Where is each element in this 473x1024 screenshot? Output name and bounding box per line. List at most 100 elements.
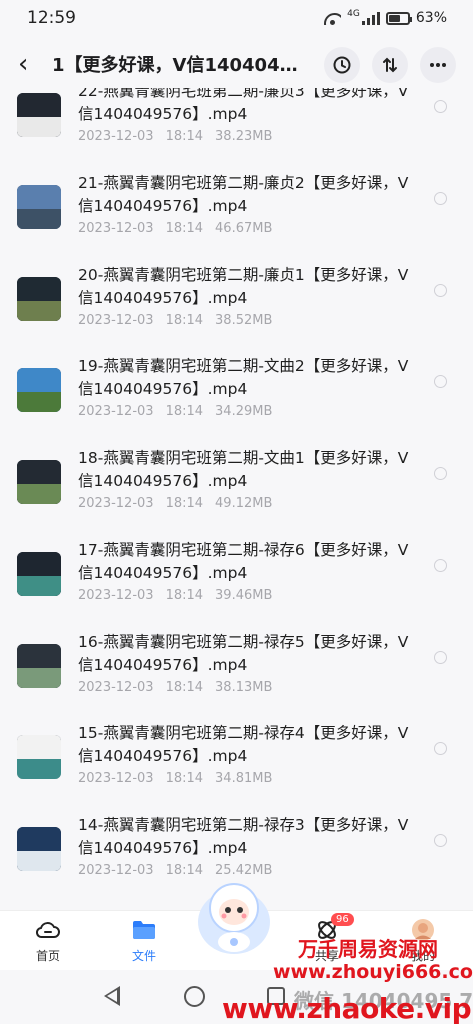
folder-title: 1【更多好课，V信1404049... [52,55,302,76]
history-icon [333,56,351,74]
video-thumbnail [17,552,61,596]
select-radio[interactable] [434,742,447,755]
file-meta: 2023-12-03 18:14 38.52MB [78,313,284,328]
sort-icon [383,57,397,73]
select-radio[interactable] [434,834,447,847]
file-date: 2023-12-03 [78,863,154,878]
video-thumbnail [17,460,61,504]
history-button[interactable] [324,47,360,83]
file-meta: 2023-12-03 18:14 39.46MB [78,588,284,603]
file-date: 2023-12-03 [78,588,154,603]
select-radio[interactable] [434,375,447,388]
file-size: 34.29MB [215,404,273,419]
tab-files[interactable]: 文件 [114,917,174,964]
select-radio[interactable] [434,284,447,297]
file-size: 38.13MB [215,680,273,695]
file-meta: 2023-12-03 18:14 38.23MB [78,129,284,144]
home-nav-icon[interactable] [184,986,205,1007]
video-thumbnail [17,735,61,779]
video-thumbnail [17,185,61,229]
network-type: 4G [347,9,360,19]
sort-button[interactable] [372,47,408,83]
file-time: 18:14 [165,496,204,511]
battery-fill [388,14,401,22]
signal-icon [361,11,380,25]
file-name: 18-燕翼青囊阴宅班第二期-文曲1【更多好课，V信1404049576】.mp4 [78,449,409,490]
status-time: 12:59 [27,8,76,28]
file-name: 20-燕翼青囊阴宅班第二期-廉贞1【更多好课，V信1404049576】.mp4 [78,266,409,307]
wifi-icon [324,12,342,25]
file-time: 18:14 [165,680,204,695]
more-icon [430,63,446,67]
file-size: 38.23MB [215,129,273,144]
file-name: 16-燕翼青囊阴宅班第二期-禄存5【更多好课，V信1404049576】.mp4 [78,633,409,674]
file-date: 2023-12-03 [78,496,154,511]
tab-home[interactable]: 首页 [18,917,78,964]
select-radio[interactable] [434,559,447,572]
file-row[interactable]: 21-燕翼青囊阴宅班第二期-廉贞2【更多好课，V信1404049576】.mp4… [0,164,473,256]
file-size: 34.81MB [215,771,273,786]
watermark-url: www.zhouyi666.com [273,961,473,983]
video-thumbnail [17,368,61,412]
folder-icon [133,921,155,939]
select-radio[interactable] [434,651,447,664]
file-name: 19-燕翼青囊阴宅班第二期-文曲2【更多好课，V信1404049576】.mp4 [78,357,409,398]
file-size: 39.46MB [215,588,273,603]
tab-label: 首页 [35,949,60,963]
file-size: 46.67MB [215,221,273,236]
file-list: 22-燕翼青囊阴宅班第二期-廉贞3【更多好课，V信1404049576】.mp4… [0,88,473,910]
watermark-text: 万千周易资源网 [298,937,438,961]
file-meta: 2023-12-03 18:14 34.29MB [78,404,284,419]
file-row[interactable]: 16-燕翼青囊阴宅班第二期-禄存5【更多好课，V信1404049576】.mp4… [0,623,473,715]
file-row[interactable]: 22-燕翼青囊阴宅班第二期-廉贞3【更多好课，V信1404049576】.mp4… [0,88,473,164]
file-row[interactable]: 20-燕翼青囊阴宅班第二期-廉贞1【更多好课，V信1404049576】.mp4… [0,256,473,348]
file-date: 2023-12-03 [78,771,154,786]
file-date: 2023-12-03 [78,404,154,419]
mascot-icon[interactable] [194,872,274,956]
video-thumbnail [17,93,61,137]
file-meta: 2023-12-03 18:14 38.13MB [78,680,284,695]
file-time: 18:14 [165,771,204,786]
file-meta: 2023-12-03 18:14 46.67MB [78,221,284,236]
file-time: 18:14 [165,129,204,144]
file-row[interactable]: 15-燕翼青囊阴宅班第二期-禄存4【更多好课，V信1404049576】.mp4… [0,714,473,806]
file-time: 18:14 [165,221,204,236]
video-thumbnail [17,827,61,871]
file-name: 14-燕翼青囊阴宅班第二期-禄存3【更多好课，V信1404049576】.mp4 [78,816,409,857]
file-date: 2023-12-03 [78,680,154,695]
status-bar: 12:59 4G 63% [0,0,473,36]
back-nav-icon[interactable] [104,986,120,1006]
file-size: 38.52MB [215,313,273,328]
file-time: 18:14 [165,404,204,419]
video-thumbnail [17,277,61,321]
cloud-icon [35,922,60,938]
back-icon[interactable]: ‹ [18,49,44,79]
top-bar: ‹ 1【更多好课，V信1404049... [0,40,473,88]
tab-label: 文件 [131,949,156,963]
notification-badge: 96 [331,913,354,926]
more-button[interactable] [420,47,456,83]
file-size: 49.12MB [215,496,273,511]
battery-icon [385,11,412,25]
file-name: 22-燕翼青囊阴宅班第二期-廉贞3【更多好课，V信1404049576】.mp4 [78,88,409,123]
file-row[interactable]: 17-燕翼青囊阴宅班第二期-禄存6【更多好课，V信1404049576】.mp4… [0,531,473,623]
file-name: 17-燕翼青囊阴宅班第二期-禄存6【更多好课，V信1404049576】.mp4 [78,541,409,582]
select-radio[interactable] [434,467,447,480]
file-meta: 2023-12-03 18:14 49.12MB [78,496,284,511]
file-date: 2023-12-03 [78,313,154,328]
status-icons: 4G 63% [324,9,447,26]
file-time: 18:14 [165,313,204,328]
file-meta: 2023-12-03 18:14 34.81MB [78,771,284,786]
battery-percent: 63% [415,10,447,26]
file-row[interactable]: 19-燕翼青囊阴宅班第二期-文曲2【更多好课，V信1404049576】.mp4… [0,347,473,439]
select-radio[interactable] [434,100,447,113]
file-name: 21-燕翼青囊阴宅班第二期-廉贞2【更多好课，V信1404049576】.mp4 [78,174,409,215]
video-thumbnail [17,644,61,688]
file-date: 2023-12-03 [78,221,154,236]
select-radio[interactable] [434,192,447,205]
file-time: 18:14 [165,588,204,603]
file-name: 15-燕翼青囊阴宅班第二期-禄存4【更多好课，V信1404049576】.mp4 [78,724,409,765]
file-row[interactable]: 18-燕翼青囊阴宅班第二期-文曲1【更多好课，V信1404049576】.mp4… [0,439,473,531]
file-date: 2023-12-03 [78,129,154,144]
watermark-url-2: www.zhaoke.vip [222,992,472,1024]
